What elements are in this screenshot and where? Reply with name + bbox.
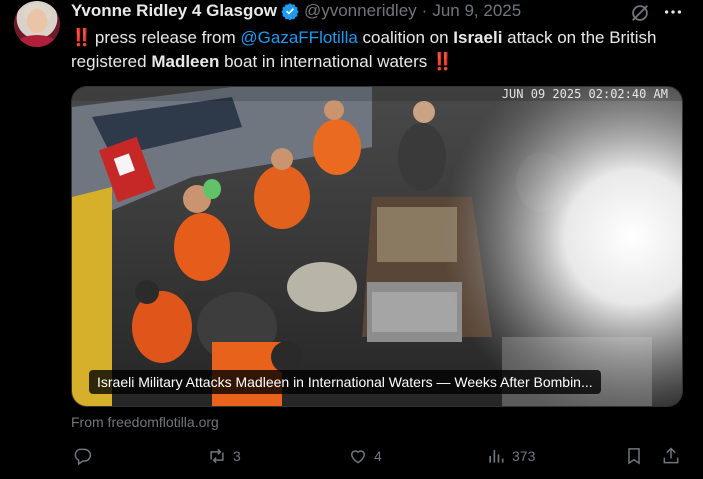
post-text-bold: Madleen [151,52,220,71]
repost-count: 3 [233,448,241,464]
avatar-face [27,9,47,33]
more-icon[interactable] [662,1,684,23]
media-caption[interactable]: Israeli Military Attacks Madleen in Inte… [89,370,601,394]
post-header: Yvonne Ridley 4 Glasgow @yvonneridley · … [71,0,521,22]
heart-icon [350,450,366,464]
views-icon [489,450,504,463]
reply-icon [74,448,92,466]
post-text-part: coalition on [357,28,454,47]
author-avatar[interactable] [14,1,60,47]
like-button[interactable]: 4 [348,446,382,466]
double-exclamation-emoji: ‼️ [431,52,453,71]
reply-button[interactable] [72,446,98,466]
share-icon [663,447,679,464]
views-count: 373 [512,448,536,464]
post-text-part: boat in international waters [219,52,432,71]
bookmark-icon [628,448,640,465]
mention-link[interactable]: @GazaFFlotilla [240,28,357,47]
action-bar: 3 4 373 [0,446,703,470]
post-text: ‼️ press release from @GazaFFlotilla coa… [71,26,681,74]
author-handle[interactable]: @yvonneridley [304,1,417,21]
avatar-clothing [16,35,58,47]
repost-icon [210,448,224,464]
cctv-scene-image [72,87,682,406]
post-media-video[interactable]: JUN 09 2025 02:02:40 AM Israeli Military… [71,86,683,407]
views-button[interactable]: 373 [486,446,535,466]
share-button[interactable] [661,446,681,466]
grok-icon[interactable] [629,2,651,24]
separator-dot: · [421,1,428,20]
post-text-bold: Israeli [453,28,503,47]
repost-button[interactable]: 3 [207,446,241,466]
like-count: 4 [374,448,382,464]
cctv-timestamp: JUN 09 2025 02:02:40 AM [501,87,668,101]
double-exclamation-emoji: ‼️ [71,28,92,47]
verified-badge-icon [281,3,299,20]
bookmark-button[interactable] [624,446,644,466]
post-text-part: press release from [90,28,241,47]
link-source[interactable]: From freedomflotilla.org [71,414,219,430]
author-name[interactable]: Yvonne Ridley 4 Glasgow [71,1,277,21]
post-date[interactable]: Jun 9, 2025 [432,1,521,21]
